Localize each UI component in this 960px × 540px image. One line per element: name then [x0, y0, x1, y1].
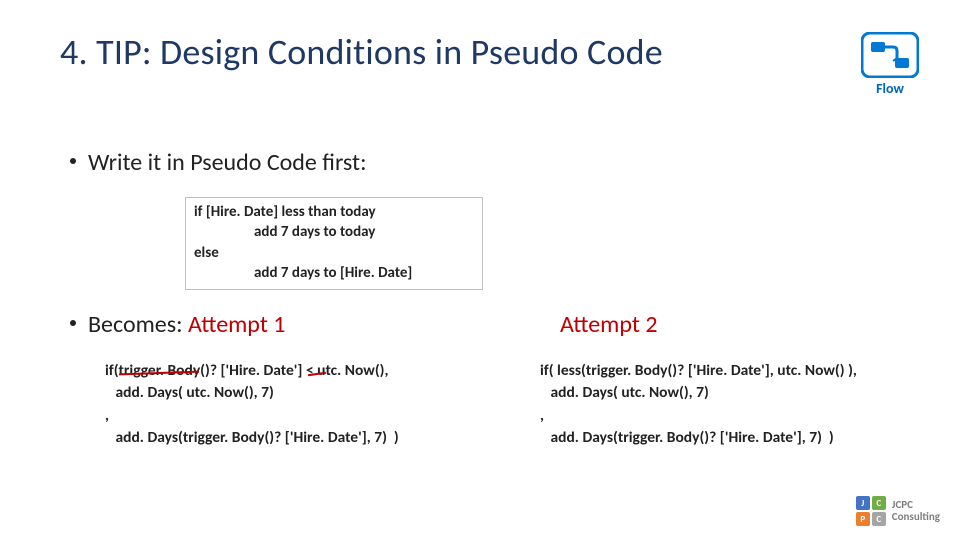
code-line-rest: ( utc. Now(), 7): [613, 383, 709, 402]
footer-line2: Consulting: [892, 511, 940, 523]
pseudo-line: else: [194, 243, 474, 263]
code-line: if( less(trigger. Body()? ['Hire. Date']…: [540, 361, 857, 380]
code-line: add. Days( utc. Now(), 7): [105, 383, 274, 402]
code-line: if(trigger. Body()? ['Hire. Date'] < utc…: [105, 361, 389, 380]
code-line: add. Days(trigger. Body()? ['Hire. Date'…: [540, 428, 834, 447]
code-bold: add. Days: [551, 383, 614, 402]
footer-logo: J C P C JCPC Consulting: [856, 496, 940, 526]
code-line: ,: [105, 406, 109, 425]
pseudo-line: add 7 days to [Hire. Date]: [194, 263, 474, 283]
bullet1-text: Write it in Pseudo Code first:: [88, 148, 367, 177]
bullet-becomes: Becomes: Attempt 1: [88, 310, 285, 339]
code-attempt-2: if( less(trigger. Body()? ['Hire. Date']…: [540, 360, 940, 450]
flow-logo: Flow: [854, 32, 926, 97]
pseudo-line: if [Hire. Date] less than today: [194, 202, 474, 222]
pseudo-line: add 7 days to today: [194, 222, 474, 242]
footer-tiles: J C P C: [856, 496, 886, 526]
bullet-pseudo-first: Write it in Pseudo Code first:: [88, 148, 367, 177]
tile-p: P: [856, 512, 870, 526]
bullet2-prefix: Becomes:: [88, 310, 188, 339]
attempt1-label: Attempt 1: [188, 310, 286, 339]
flow-logo-label: Flow: [854, 80, 926, 97]
tile-c2: C: [872, 512, 886, 526]
slide: 4. TIP: Design Conditions in Pseudo Code…: [0, 0, 960, 540]
code-line: ,: [540, 406, 544, 425]
pseudo-code-box: if [Hire. Date] less than today add 7 da…: [185, 197, 483, 290]
bullet-dot-icon: [70, 320, 76, 326]
attempt2-label: Attempt 2: [560, 310, 658, 339]
footer-text: JCPC Consulting: [892, 499, 940, 523]
code-line-pad: [540, 383, 551, 402]
code-line: add. Days(trigger. Body()? ['Hire. Date'…: [105, 428, 399, 447]
slide-title: 4. TIP: Design Conditions in Pseudo Code: [60, 30, 663, 74]
flow-icon: [861, 32, 919, 78]
tile-c: C: [872, 496, 886, 510]
bullet-dot-icon: [70, 158, 76, 164]
tile-j: J: [856, 496, 870, 510]
